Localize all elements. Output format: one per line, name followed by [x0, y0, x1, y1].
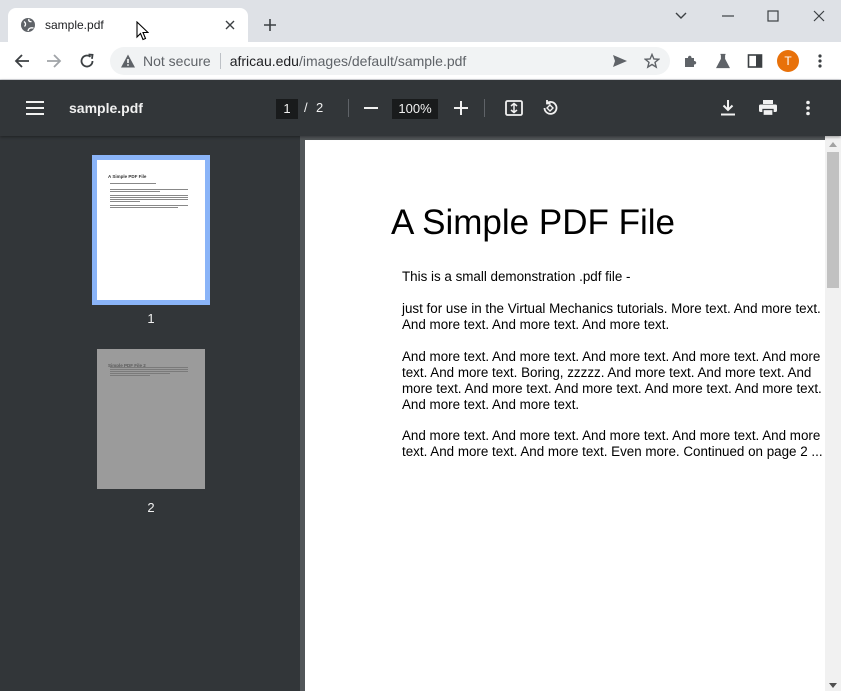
toolbar-divider	[484, 99, 485, 117]
mouse-cursor-icon	[136, 21, 149, 41]
zoom-in-icon[interactable]	[451, 98, 471, 118]
thumbnail-text-line	[110, 369, 188, 370]
paragraph: And more text. And more text. And more t…	[402, 349, 822, 412]
close-tab-icon[interactable]	[222, 17, 238, 33]
star-icon[interactable]	[644, 53, 660, 69]
paragraph: This is a small demonstration .pdf file …	[402, 269, 631, 284]
forward-button[interactable]	[44, 51, 64, 71]
browser-toolbar: Not secure africau.edu/images/default/sa…	[0, 42, 841, 80]
thumbnail-title: A Simple PDF File	[108, 174, 147, 179]
total-pages: 2	[316, 100, 324, 115]
thumbnail-label-1: 1	[147, 311, 155, 326]
thumbnail-text-line	[110, 199, 188, 200]
scrollbar[interactable]	[825, 136, 841, 691]
profile-avatar[interactable]: T	[777, 50, 799, 72]
thumbnail-label-2: 2	[147, 500, 155, 515]
maximize-button[interactable]	[761, 6, 785, 26]
document-viewport: A Simple PDF File This is a small demons…	[300, 136, 841, 691]
thumbnail-text-line	[110, 201, 140, 202]
puzzle-icon[interactable]	[681, 51, 701, 71]
minimize-button[interactable]	[716, 6, 740, 26]
close-window-button[interactable]	[807, 6, 831, 26]
reload-button[interactable]	[77, 51, 97, 71]
thumbnail-text-line	[110, 367, 188, 368]
url-text[interactable]: africau.edu/images/default/sample.pdf	[230, 53, 467, 69]
scroll-up-arrow-icon[interactable]	[829, 140, 837, 148]
omnibox-divider	[219, 53, 221, 69]
warning-triangle-icon[interactable]	[120, 53, 136, 69]
page-separator: /	[304, 100, 308, 115]
new-tab-button[interactable]	[260, 15, 280, 35]
pdf-more-options-icon[interactable]	[798, 98, 818, 118]
thumbnail-text-line	[110, 197, 188, 198]
send-icon[interactable]	[612, 53, 628, 69]
thumbnail-text-line	[110, 371, 188, 372]
page-thumbnail-2[interactable]: Simple PDF File 2	[97, 349, 205, 489]
pdf-toolbar: sample.pdf 1 / 2 100%	[0, 80, 841, 136]
thumbnail-text-line	[110, 195, 188, 196]
scroll-down-arrow-icon[interactable]	[829, 681, 837, 689]
toolbar-divider	[348, 99, 349, 117]
pdf-page-1: A Simple PDF File This is a small demons…	[305, 140, 825, 691]
download-icon[interactable]	[718, 98, 738, 118]
zoom-out-icon[interactable]	[361, 98, 381, 118]
pdf-title: sample.pdf	[69, 100, 143, 116]
tab-strip: sample.pdf	[0, 0, 841, 42]
hamburger-menu-icon[interactable]	[25, 98, 45, 118]
scrollbar-thumb[interactable]	[827, 152, 839, 288]
thumbnail-text-line	[110, 183, 156, 184]
side-panel-icon[interactable]	[745, 51, 765, 71]
thumbnail-text-line	[110, 375, 150, 376]
flask-icon[interactable]	[713, 51, 733, 71]
page-number-input[interactable]: 1	[276, 99, 298, 119]
url-domain: africau.edu	[229, 53, 299, 69]
tab-title: sample.pdf	[45, 18, 104, 32]
page-thumbnail-1[interactable]: A Simple PDF File	[92, 155, 210, 305]
thumbnail-text-line	[110, 189, 188, 190]
thumbnail-text-line	[110, 191, 160, 192]
thumbnail-text-line	[110, 207, 178, 208]
fit-to-page-icon[interactable]	[504, 98, 524, 118]
rotate-icon[interactable]	[540, 98, 560, 118]
paragraph: just for use in the Virtual Mechanics tu…	[402, 301, 821, 332]
url-path: /images/default/sample.pdf	[298, 53, 467, 69]
paragraph: And more text. And more text. And more t…	[402, 428, 823, 459]
kebab-menu-icon[interactable]	[810, 51, 830, 71]
back-button[interactable]	[12, 51, 32, 71]
browser-tab[interactable]: sample.pdf	[8, 8, 248, 42]
thumbnail-text-line	[110, 373, 170, 374]
document-heading: A Simple PDF File	[391, 203, 675, 242]
zoom-level-input[interactable]: 100%	[392, 99, 438, 119]
print-icon[interactable]	[758, 98, 778, 118]
address-bar[interactable]: Not secure africau.edu/images/default/sa…	[110, 47, 670, 75]
security-label[interactable]: Not secure	[143, 53, 211, 69]
thumbnail-sidebar: A Simple PDF File 1 Simple PDF File 2 2	[0, 136, 300, 691]
globe-icon	[20, 17, 36, 33]
tab-search-button[interactable]	[669, 6, 693, 26]
thumbnail-text-line	[110, 205, 188, 206]
